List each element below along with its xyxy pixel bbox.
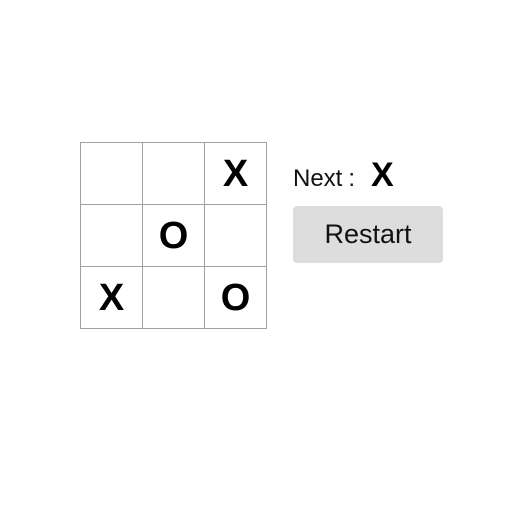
next-player-value: X: [371, 156, 394, 194]
next-player-indicator: Next : X: [293, 156, 443, 194]
restart-button[interactable]: Restart: [293, 206, 443, 263]
board-cell-5[interactable]: O: [143, 205, 205, 267]
board-cell-1[interactable]: [81, 143, 143, 205]
next-label: Next: [293, 165, 343, 192]
board-cell-3[interactable]: X: [205, 143, 267, 205]
tic-tac-toe-board: X O X O: [80, 142, 267, 329]
board-cell-6[interactable]: [205, 205, 267, 267]
board-cell-7[interactable]: X: [81, 267, 143, 329]
board-cell-4[interactable]: [81, 205, 143, 267]
game-stage: X O X O Next : X Restart: [0, 0, 512, 512]
game-info-panel: Next : X Restart: [293, 156, 443, 263]
board-cell-9[interactable]: O: [205, 267, 267, 329]
board-cell-8[interactable]: [143, 267, 205, 329]
board-cell-2[interactable]: [143, 143, 205, 205]
next-separator: :: [348, 165, 356, 192]
